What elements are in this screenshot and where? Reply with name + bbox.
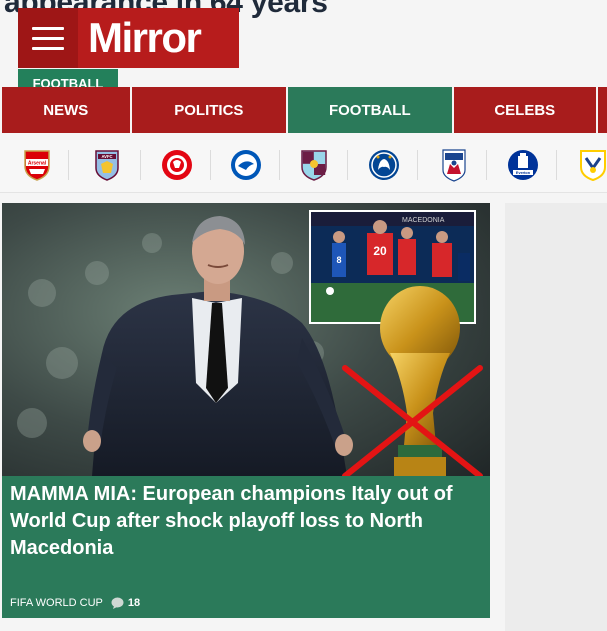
site-header: Mirror bbox=[18, 8, 239, 68]
story-image[interactable]: MACEDONIA 8 20 bbox=[2, 203, 490, 476]
arsenal-badge-text: Arsenal bbox=[28, 161, 47, 167]
nav-item-politics[interactable]: POLITICS bbox=[131, 87, 287, 133]
comment-icon bbox=[111, 597, 124, 609]
crystal-palace-badge-icon[interactable] bbox=[437, 148, 471, 182]
story-headline[interactable]: MAMMA MIA: European champions Italy out … bbox=[10, 481, 484, 562]
jersey-8: 8 bbox=[336, 255, 341, 265]
burnley-badge-icon[interactable] bbox=[297, 148, 331, 182]
everton-badge-icon[interactable]: Everton bbox=[506, 148, 540, 182]
mirror-logo[interactable]: Mirror bbox=[88, 12, 202, 64]
main-nav: NEWS POLITICS FOOTBALL CELEBS bbox=[2, 87, 607, 133]
story-category[interactable]: FIFA WORLD CUP bbox=[10, 597, 103, 609]
menu-icon[interactable] bbox=[18, 8, 78, 68]
chelsea-badge-icon[interactable] bbox=[367, 148, 401, 182]
club-badge-bar: Arsenal AVFC Everton bbox=[0, 140, 607, 193]
aston-villa-badge-text: AVFC bbox=[101, 154, 112, 159]
lead-story-card[interactable]: MACEDONIA 8 20 MAMMA MIA: European champ… bbox=[2, 203, 490, 618]
comment-count[interactable]: 18 bbox=[111, 597, 140, 609]
story-meta: FIFA WORLD CUP 18 bbox=[10, 597, 140, 609]
brentford-badge-icon[interactable] bbox=[160, 148, 194, 182]
nav-item-celebs[interactable]: CELEBS bbox=[453, 87, 597, 133]
nav-item-football[interactable]: FOOTBALL bbox=[288, 87, 452, 133]
nav-item-news[interactable]: NEWS bbox=[2, 87, 130, 133]
aston-villa-badge-icon[interactable]: AVFC bbox=[90, 148, 124, 182]
arsenal-badge-icon[interactable]: Arsenal bbox=[20, 148, 54, 182]
nav-item-more[interactable] bbox=[598, 87, 607, 133]
everton-badge-text: Everton bbox=[516, 171, 531, 175]
jersey-20: 20 bbox=[373, 244, 387, 258]
brighton-badge-icon[interactable] bbox=[229, 148, 263, 182]
comment-count-value: 18 bbox=[127, 597, 141, 609]
sidebar-placeholder bbox=[505, 203, 607, 631]
inset-banner-text: MACEDONIA bbox=[402, 217, 445, 224]
leeds-badge-icon[interactable] bbox=[576, 148, 607, 182]
